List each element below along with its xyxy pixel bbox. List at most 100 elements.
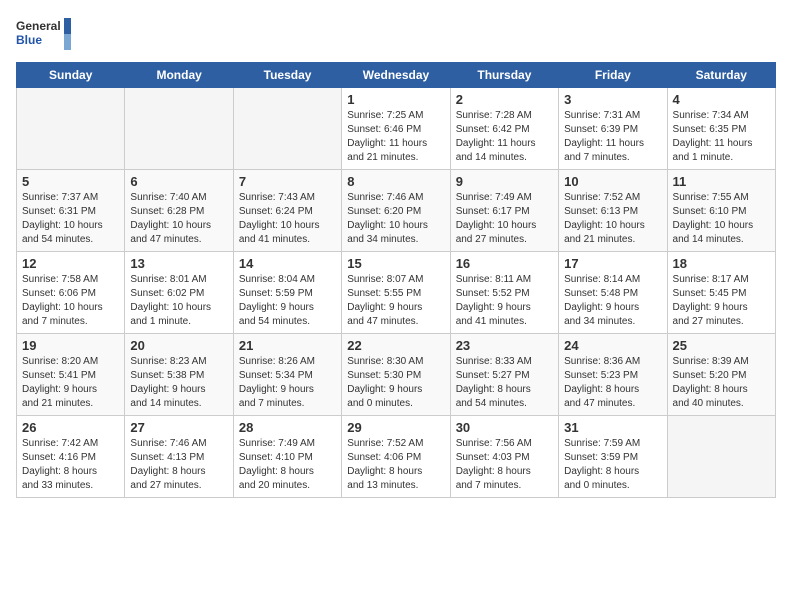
calendar-cell bbox=[125, 88, 233, 170]
day-info: Sunrise: 7:37 AM Sunset: 6:31 PM Dayligh… bbox=[22, 191, 119, 247]
day-number: 18 bbox=[673, 256, 770, 271]
day-number: 17 bbox=[564, 256, 661, 271]
calendar-cell: 5 Sunrise: 7:37 AM Sunset: 6:31 PM Daylig… bbox=[17, 170, 125, 252]
day-number: 8 bbox=[347, 174, 444, 189]
day-info: Sunrise: 7:55 AM Sunset: 6:10 PM Dayligh… bbox=[673, 191, 770, 247]
day-info: Sunrise: 8:11 AM Sunset: 5:52 PM Dayligh… bbox=[456, 273, 553, 329]
calendar-cell: 1 Sunrise: 7:25 AM Sunset: 6:46 PM Daylig… bbox=[342, 88, 450, 170]
day-info: Sunrise: 7:52 AM Sunset: 6:13 PM Dayligh… bbox=[564, 191, 661, 247]
day-number: 12 bbox=[22, 256, 119, 271]
calendar-cell bbox=[667, 416, 775, 498]
day-number: 7 bbox=[239, 174, 336, 189]
calendar-cell: 13 Sunrise: 8:01 AM Sunset: 6:02 PM Dayli… bbox=[125, 252, 233, 334]
calendar-cell: 25Sunrise: 8:39 AM Sunset: 5:20 PM Dayli… bbox=[667, 334, 775, 416]
day-number: 1 bbox=[347, 92, 444, 107]
day-of-week-header: Sunday bbox=[17, 63, 125, 88]
day-info: Sunrise: 7:40 AM Sunset: 6:28 PM Dayligh… bbox=[130, 191, 227, 247]
day-number: 19 bbox=[22, 338, 119, 353]
day-number: 31 bbox=[564, 420, 661, 435]
day-info: Sunrise: 7:31 AM Sunset: 6:39 PM Dayligh… bbox=[564, 109, 661, 165]
calendar-cell: 14Sunrise: 8:04 AM Sunset: 5:59 PM Dayli… bbox=[233, 252, 341, 334]
day-number: 3 bbox=[564, 92, 661, 107]
calendar-week-row: 12 Sunrise: 7:58 AM Sunset: 6:06 PM Dayli… bbox=[17, 252, 776, 334]
day-number: 30 bbox=[456, 420, 553, 435]
day-info: Sunrise: 7:52 AM Sunset: 4:06 PM Dayligh… bbox=[347, 437, 444, 493]
day-info: Sunrise: 8:07 AM Sunset: 5:55 PM Dayligh… bbox=[347, 273, 444, 329]
day-info: Sunrise: 7:42 AM Sunset: 4:16 PM Dayligh… bbox=[22, 437, 119, 493]
calendar-cell: 20Sunrise: 8:23 AM Sunset: 5:38 PM Dayli… bbox=[125, 334, 233, 416]
day-info: Sunrise: 8:33 AM Sunset: 5:27 PM Dayligh… bbox=[456, 355, 553, 411]
calendar-cell: 18 Sunrise: 8:17 AM Sunset: 5:45 PM Dayli… bbox=[667, 252, 775, 334]
day-info: Sunrise: 7:46 AM Sunset: 6:20 PM Dayligh… bbox=[347, 191, 444, 247]
calendar-cell: 27 Sunrise: 7:46 AM Sunset: 4:13 PM Dayli… bbox=[125, 416, 233, 498]
calendar-cell bbox=[233, 88, 341, 170]
day-number: 15 bbox=[347, 256, 444, 271]
day-info: Sunrise: 8:39 AM Sunset: 5:20 PM Dayligh… bbox=[673, 355, 770, 411]
calendar-cell: 29 Sunrise: 7:52 AM Sunset: 4:06 PM Dayli… bbox=[342, 416, 450, 498]
day-number: 28 bbox=[239, 420, 336, 435]
day-number: 4 bbox=[673, 92, 770, 107]
day-info: Sunrise: 8:17 AM Sunset: 5:45 PM Dayligh… bbox=[673, 273, 770, 329]
calendar-cell: 22Sunrise: 8:30 AM Sunset: 5:30 PM Dayli… bbox=[342, 334, 450, 416]
day-of-week-header: Monday bbox=[125, 63, 233, 88]
calendar-cell: 6 Sunrise: 7:40 AM Sunset: 6:28 PM Daylig… bbox=[125, 170, 233, 252]
calendar-week-row: 5 Sunrise: 7:37 AM Sunset: 6:31 PM Daylig… bbox=[17, 170, 776, 252]
day-number: 5 bbox=[22, 174, 119, 189]
day-number: 27 bbox=[130, 420, 227, 435]
calendar-cell bbox=[17, 88, 125, 170]
day-info: Sunrise: 7:34 AM Sunset: 6:35 PM Dayligh… bbox=[673, 109, 770, 165]
day-number: 29 bbox=[347, 420, 444, 435]
day-of-week-header: Saturday bbox=[667, 63, 775, 88]
svg-text:General: General bbox=[16, 19, 61, 33]
svg-text:Blue: Blue bbox=[16, 33, 42, 47]
day-of-week-header: Tuesday bbox=[233, 63, 341, 88]
day-number: 10 bbox=[564, 174, 661, 189]
calendar-cell: 4 Sunrise: 7:34 AM Sunset: 6:35 PM Daylig… bbox=[667, 88, 775, 170]
day-info: Sunrise: 8:01 AM Sunset: 6:02 PM Dayligh… bbox=[130, 273, 227, 329]
day-number: 9 bbox=[456, 174, 553, 189]
day-info: Sunrise: 7:58 AM Sunset: 6:06 PM Dayligh… bbox=[22, 273, 119, 329]
calendar-week-row: 1 Sunrise: 7:25 AM Sunset: 6:46 PM Daylig… bbox=[17, 88, 776, 170]
day-of-week-header: Friday bbox=[559, 63, 667, 88]
calendar-cell: 12 Sunrise: 7:58 AM Sunset: 6:06 PM Dayli… bbox=[17, 252, 125, 334]
logo: General Blue bbox=[16, 16, 71, 54]
calendar-cell: 8 Sunrise: 7:46 AM Sunset: 6:20 PM Daylig… bbox=[342, 170, 450, 252]
calendar-cell: 3 Sunrise: 7:31 AM Sunset: 6:39 PM Daylig… bbox=[559, 88, 667, 170]
day-number: 21 bbox=[239, 338, 336, 353]
day-info: Sunrise: 7:59 AM Sunset: 3:59 PM Dayligh… bbox=[564, 437, 661, 493]
calendar-cell: 2 Sunrise: 7:28 AM Sunset: 6:42 PM Daylig… bbox=[450, 88, 558, 170]
calendar-cell: 28 Sunrise: 7:49 AM Sunset: 4:10 PM Dayli… bbox=[233, 416, 341, 498]
day-number: 26 bbox=[22, 420, 119, 435]
calendar-table: SundayMondayTuesdayWednesdayThursdayFrid… bbox=[16, 62, 776, 498]
calendar-cell: 24Sunrise: 8:36 AM Sunset: 5:23 PM Dayli… bbox=[559, 334, 667, 416]
page-header: General Blue bbox=[16, 16, 776, 54]
day-number: 11 bbox=[673, 174, 770, 189]
day-info: Sunrise: 7:49 AM Sunset: 6:17 PM Dayligh… bbox=[456, 191, 553, 247]
calendar-cell: 7 Sunrise: 7:43 AM Sunset: 6:24 PM Daylig… bbox=[233, 170, 341, 252]
calendar-week-row: 26 Sunrise: 7:42 AM Sunset: 4:16 PM Dayli… bbox=[17, 416, 776, 498]
calendar-cell: 9 Sunrise: 7:49 AM Sunset: 6:17 PM Daylig… bbox=[450, 170, 558, 252]
calendar-header-row: SundayMondayTuesdayWednesdayThursdayFrid… bbox=[17, 63, 776, 88]
day-number: 2 bbox=[456, 92, 553, 107]
day-info: Sunrise: 7:28 AM Sunset: 6:42 PM Dayligh… bbox=[456, 109, 553, 165]
calendar-cell: 26 Sunrise: 7:42 AM Sunset: 4:16 PM Dayli… bbox=[17, 416, 125, 498]
day-of-week-header: Thursday bbox=[450, 63, 558, 88]
day-info: Sunrise: 7:46 AM Sunset: 4:13 PM Dayligh… bbox=[130, 437, 227, 493]
day-info: Sunrise: 7:25 AM Sunset: 6:46 PM Dayligh… bbox=[347, 109, 444, 165]
day-info: Sunrise: 8:30 AM Sunset: 5:30 PM Dayligh… bbox=[347, 355, 444, 411]
day-number: 13 bbox=[130, 256, 227, 271]
day-info: Sunrise: 7:49 AM Sunset: 4:10 PM Dayligh… bbox=[239, 437, 336, 493]
calendar-cell: 11 Sunrise: 7:55 AM Sunset: 6:10 PM Dayli… bbox=[667, 170, 775, 252]
calendar-cell: 15 Sunrise: 8:07 AM Sunset: 5:55 PM Dayli… bbox=[342, 252, 450, 334]
calendar-week-row: 19 Sunrise: 8:20 AM Sunset: 5:41 PM Dayli… bbox=[17, 334, 776, 416]
calendar-cell: 10 Sunrise: 7:52 AM Sunset: 6:13 PM Dayli… bbox=[559, 170, 667, 252]
calendar-cell: 30 Sunrise: 7:56 AM Sunset: 4:03 PM Dayli… bbox=[450, 416, 558, 498]
calendar-cell: 31 Sunrise: 7:59 AM Sunset: 3:59 PM Dayli… bbox=[559, 416, 667, 498]
day-number: 6 bbox=[130, 174, 227, 189]
day-info: Sunrise: 7:56 AM Sunset: 4:03 PM Dayligh… bbox=[456, 437, 553, 493]
day-info: Sunrise: 7:43 AM Sunset: 6:24 PM Dayligh… bbox=[239, 191, 336, 247]
day-info: Sunrise: 8:20 AM Sunset: 5:41 PM Dayligh… bbox=[22, 355, 119, 411]
calendar-cell: 19 Sunrise: 8:20 AM Sunset: 5:41 PM Dayli… bbox=[17, 334, 125, 416]
day-of-week-header: Wednesday bbox=[342, 63, 450, 88]
day-number: 14 bbox=[239, 256, 336, 271]
